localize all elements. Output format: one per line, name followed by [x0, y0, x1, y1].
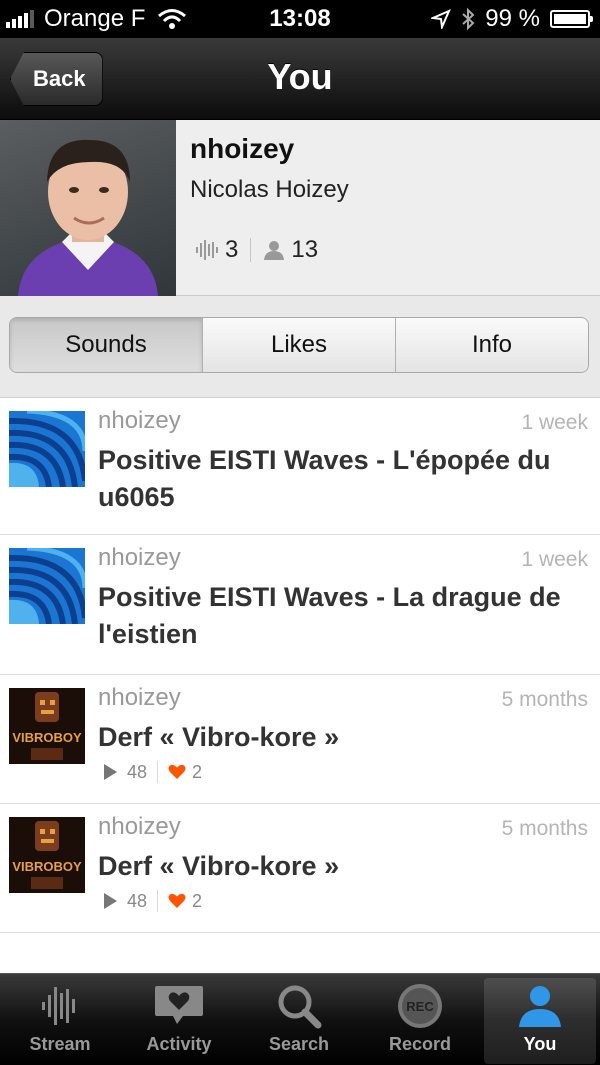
person-icon	[263, 239, 285, 261]
bluetooth-icon	[462, 7, 475, 31]
person-icon	[484, 978, 596, 1034]
eisti-waves-artwork	[9, 411, 85, 487]
page-title: You	[267, 56, 333, 97]
item-stats: 48 2	[104, 761, 202, 783]
list-item[interactable]: nhoizey 1 week Positive EISTI Waves - L'…	[0, 398, 600, 535]
play-icon	[104, 764, 117, 780]
tabbar-item-activity[interactable]: Activity	[123, 978, 235, 1064]
profile-header: nhoizey Nicolas Hoizey 3 13	[0, 120, 600, 296]
rec-icon: REC	[364, 978, 476, 1034]
play-icon	[104, 893, 117, 909]
divider	[250, 238, 252, 262]
list-item[interactable]: VIBROBOY nhoizey 5 months Derf « Vibro-k…	[0, 804, 600, 933]
tabbar-item-you[interactable]: You	[484, 978, 596, 1064]
play-count: 48	[127, 890, 148, 911]
tab-bar: Stream Activity Search REC Record You	[0, 973, 600, 1065]
profile-counts: 3 13	[195, 236, 318, 264]
profile-full-name: Nicolas Hoizey	[190, 176, 349, 203]
item-timestamp: 5 months	[501, 688, 588, 711]
item-timestamp: 1 week	[521, 411, 588, 434]
tabbar-item-stream[interactable]: Stream	[4, 978, 116, 1064]
artwork-lettering: VIBROBOY	[12, 730, 82, 745]
item-title[interactable]: Positive EISTI Waves - L'épopée du u6065	[98, 442, 588, 516]
item-title[interactable]: Derf « Vibro-kore »	[98, 719, 588, 756]
item-stats: 48 2	[104, 890, 202, 912]
heart-icon	[168, 893, 186, 909]
item-timestamp: 1 week	[521, 548, 588, 571]
item-username[interactable]: nhoizey	[98, 407, 181, 435]
tabbar-label: Record	[388, 1034, 451, 1054]
magnifier-icon	[243, 978, 355, 1034]
location-icon	[431, 9, 452, 29]
item-title[interactable]: Derf « Vibro-kore »	[98, 848, 588, 885]
navigation-bar: Back You	[0, 38, 600, 120]
heart-bubble-icon	[123, 978, 235, 1034]
tabbar-label: Search	[268, 1034, 330, 1054]
rec-icon-label: REC	[406, 999, 434, 1014]
vibroboy-artwork: VIBROBOY	[9, 817, 85, 893]
tabbar-item-search[interactable]: Search	[243, 978, 355, 1064]
heart-icon	[168, 764, 186, 780]
waveform-icon	[195, 239, 219, 261]
status-bar: Orange F 13:08 99 %	[0, 0, 600, 38]
list-item[interactable]: nhoizey 1 week Positive EISTI Waves - La…	[0, 535, 600, 675]
like-count: 2	[192, 761, 203, 782]
profile-tabs-container: Sounds Likes Info	[0, 296, 600, 398]
vibroboy-artwork: VIBROBOY	[9, 688, 85, 764]
tab-sounds[interactable]: Sounds	[10, 318, 203, 372]
tabbar-label: Activity	[146, 1034, 212, 1054]
tabbar-item-record[interactable]: REC Record	[364, 978, 476, 1064]
profile-username: nhoizey	[190, 133, 295, 164]
item-title[interactable]: Positive EISTI Waves - La drague de l'ei…	[98, 579, 588, 653]
battery-icon	[550, 10, 593, 28]
sounds-count: 3	[225, 236, 239, 263]
waveform-icon	[4, 978, 116, 1034]
divider	[157, 761, 159, 783]
item-username[interactable]: nhoizey	[98, 544, 181, 572]
like-count: 2	[192, 890, 203, 911]
eisti-waves-artwork	[9, 548, 85, 624]
list-item[interactable]: VIBROBOY nhoizey 5 months Derf « Vibro-k…	[0, 675, 600, 804]
item-username[interactable]: nhoizey	[98, 813, 181, 841]
profile-tabs: Sounds Likes Info	[9, 317, 589, 373]
tab-info[interactable]: Info	[396, 318, 588, 372]
artwork-lettering: VIBROBOY	[12, 859, 82, 874]
divider	[157, 890, 159, 912]
item-timestamp: 5 months	[501, 817, 588, 840]
battery-percentage: 99 %	[485, 5, 540, 32]
tab-likes[interactable]: Likes	[203, 318, 396, 372]
followers-count: 13	[291, 236, 319, 263]
play-count: 48	[127, 761, 148, 782]
tabbar-label: Stream	[29, 1034, 91, 1054]
item-username[interactable]: nhoizey	[98, 684, 181, 712]
avatar[interactable]	[0, 120, 176, 296]
tabbar-label: You	[523, 1034, 557, 1054]
